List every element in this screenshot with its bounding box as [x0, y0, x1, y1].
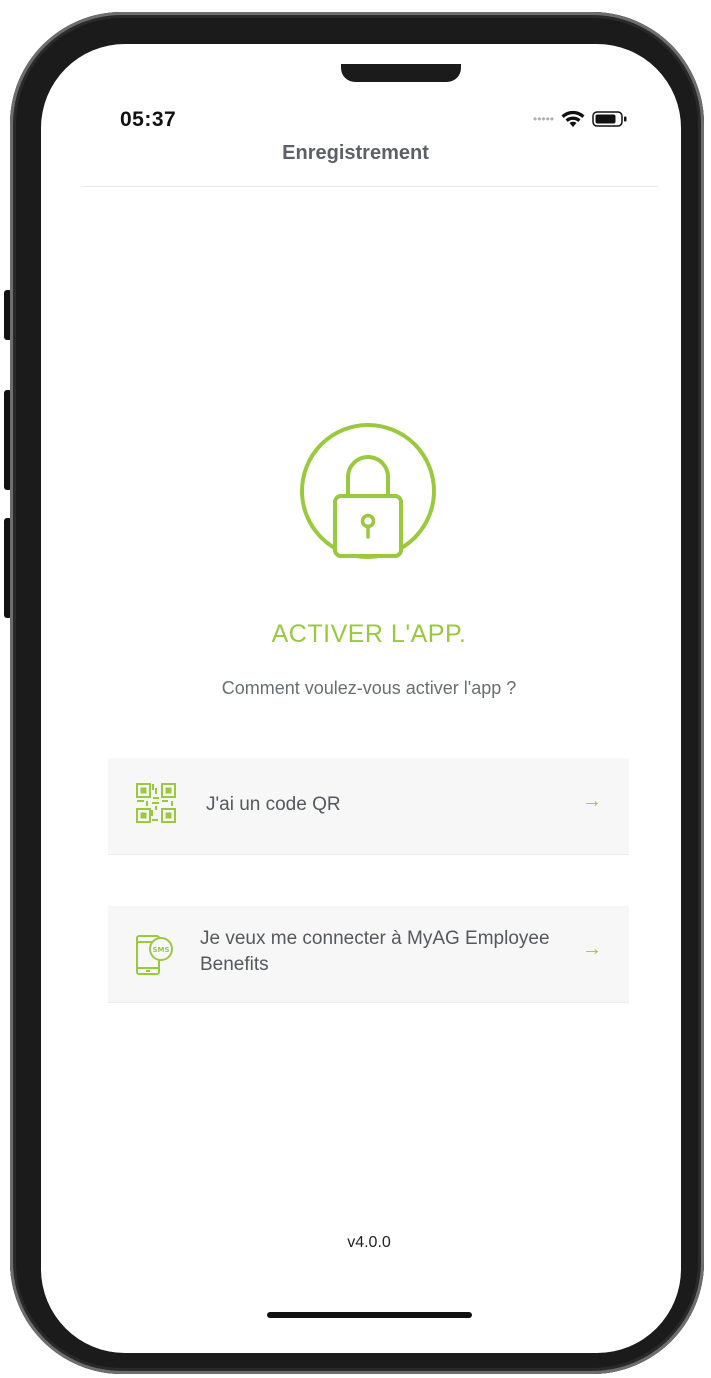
header-divider: [82, 186, 658, 187]
home-indicator[interactable]: [267, 1312, 472, 1318]
qr-code-icon: [132, 780, 180, 828]
wifi-icon: [560, 109, 586, 129]
svg-text:SMS: SMS: [152, 946, 169, 954]
option-qr-code-label: J'ai un code QR: [206, 794, 341, 815]
signal-dots-icon: •••••: [533, 112, 555, 126]
arrow-right-icon: →: [582, 790, 602, 812]
option-myag-login-label: Je veux me connecter à MyAG Employee Ben…: [200, 928, 550, 975]
page-title: Enregistrement: [282, 142, 429, 164]
activate-subtitle: Comment voulez-vous activer l'app ?: [221, 678, 517, 698]
status-icons: •••••: [533, 108, 628, 130]
sms-phone-icon: SMS: [132, 930, 180, 978]
option-myag-login-button[interactable]: SMS Je veux me connecter à MyAG Employee…: [108, 906, 629, 1003]
battery-icon: [592, 110, 628, 128]
status-time: 05:37: [120, 108, 177, 131]
notch: [341, 64, 461, 82]
app-version: v4.0.0: [347, 1234, 391, 1251]
activate-title: ACTIVER L'APP.: [271, 620, 467, 648]
lock-icon: [297, 420, 439, 562]
option-qr-code-button[interactable]: J'ai un code QR →: [108, 758, 629, 855]
page: 05:37 ••••• Enregistrement ACTIVER L'APP…: [0, 0, 711, 1378]
arrow-right-icon: →: [582, 938, 602, 960]
